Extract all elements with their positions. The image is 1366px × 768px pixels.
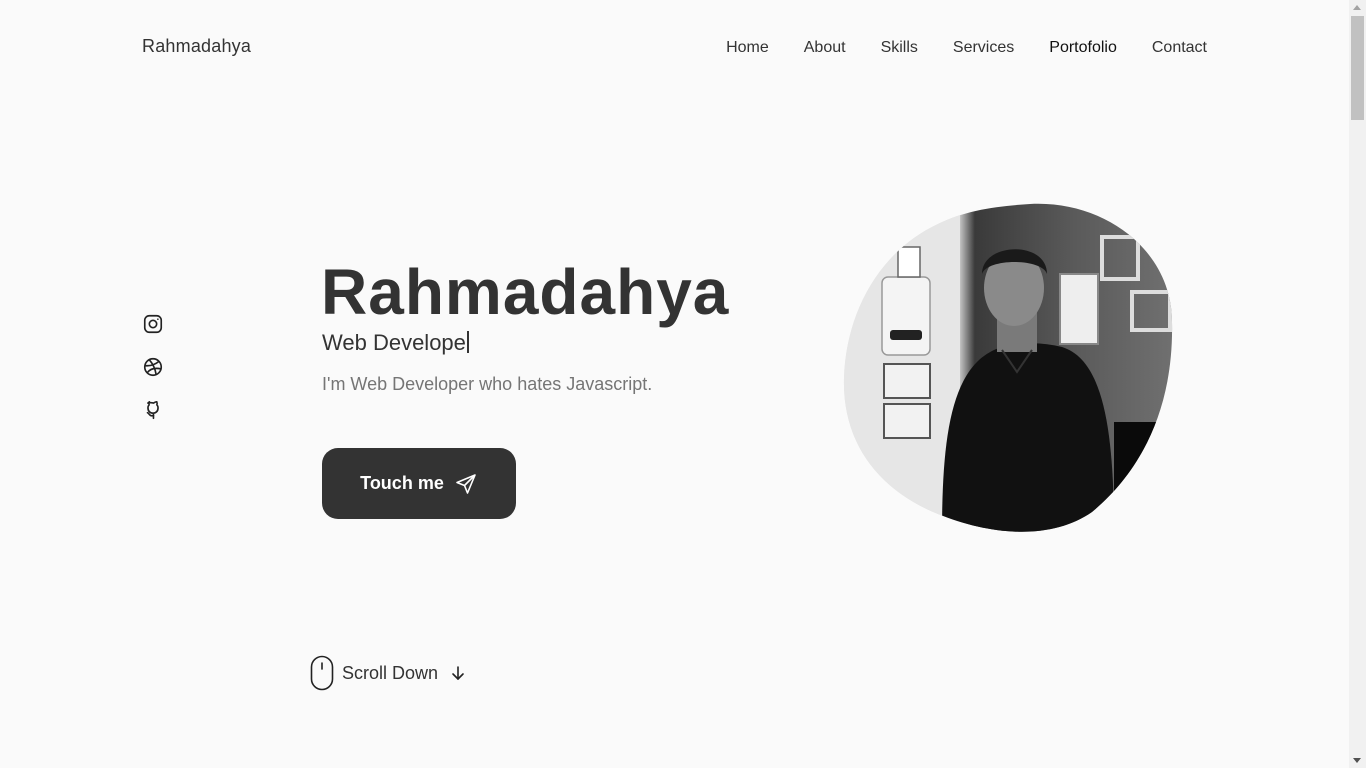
nav-portofolio[interactable]: Portofolio (1049, 39, 1117, 57)
touch-me-button[interactable]: Touch me (322, 448, 516, 519)
scroll-down-label: Scroll Down (342, 662, 439, 683)
hero-title: Rahmadahya (321, 256, 730, 328)
hero-subtitle: Web Develope (322, 330, 469, 356)
mouse-icon (310, 655, 334, 691)
main-nav: Home About Skills Services Portofolio Co… (726, 39, 1207, 57)
hero-subtitle-text: Web Develope (322, 330, 466, 355)
scrollbar-thumb[interactable] (1351, 16, 1364, 120)
nav-services[interactable]: Services (953, 39, 1014, 57)
social-links (142, 313, 164, 421)
github-icon[interactable] (142, 399, 164, 421)
arrow-down-icon (452, 666, 464, 680)
profile-photo (842, 202, 1174, 534)
logo[interactable]: Rahmadahya (142, 36, 251, 57)
send-icon (456, 473, 476, 494)
page-scrollbar[interactable] (1349, 0, 1366, 768)
instagram-icon[interactable] (142, 313, 164, 335)
profile-blob (843, 203, 1173, 532)
header: Rahmadahya Home About Skills Services Po… (0, 0, 1349, 96)
dribbble-icon[interactable] (142, 356, 164, 378)
touch-me-label: Touch me (360, 473, 444, 493)
typing-cursor (466, 331, 469, 353)
nav-contact[interactable]: Contact (1152, 39, 1207, 57)
scroll-down-arrow-icon[interactable] (1353, 758, 1361, 763)
nav-skills[interactable]: Skills (881, 39, 918, 57)
nav-home[interactable]: Home (726, 39, 769, 57)
nav-about[interactable]: About (804, 39, 846, 57)
scroll-up-arrow-icon[interactable] (1353, 5, 1361, 10)
scroll-down-link[interactable]: Scroll Down (310, 655, 466, 691)
hero-description: I'm Web Developer who hates Javascript. (322, 374, 653, 394)
